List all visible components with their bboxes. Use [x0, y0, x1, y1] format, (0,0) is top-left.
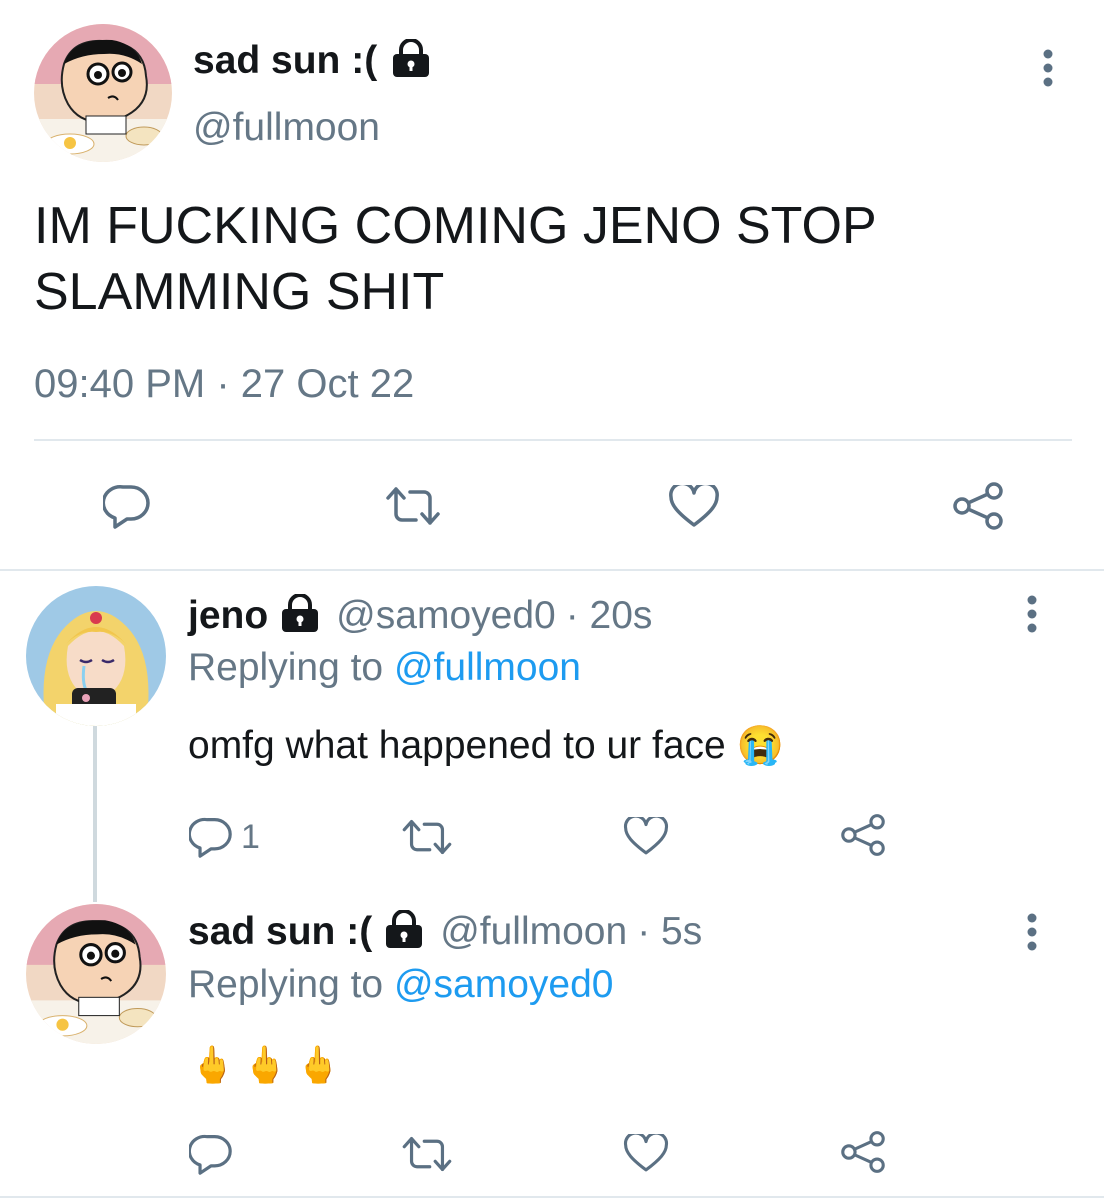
reply-icon[interactable]: [103, 483, 151, 529]
more-icon[interactable]: [1020, 594, 1044, 634]
share-icon[interactable]: [840, 813, 886, 857]
avatar-sad-sun[interactable]: [26, 904, 166, 1044]
display-name[interactable]: sad sun :(: [193, 39, 377, 83]
section-divider: [0, 569, 1104, 571]
like-icon[interactable]: [668, 485, 720, 529]
more-icon[interactable]: [1020, 912, 1044, 952]
avatar-image: [26, 586, 166, 726]
more-icon[interactable]: [1036, 48, 1060, 88]
avatar-sad-sun[interactable]: [34, 24, 172, 162]
reply-icon[interactable]: 1: [189, 816, 260, 858]
like-icon[interactable]: [623, 1134, 669, 1174]
lock-icon: [389, 37, 433, 84]
retweet-icon[interactable]: [400, 1134, 454, 1174]
reply-text: omfg what happened to ur face: [188, 724, 726, 767]
tweet-text-line2: SLAMMING SHIT: [34, 263, 445, 321]
time-ago[interactable]: · 5s: [637, 910, 702, 954]
reply-count: 1: [241, 817, 260, 856]
share-icon[interactable]: [840, 1130, 886, 1174]
time-ago[interactable]: · 20s: [566, 594, 653, 638]
timestamp[interactable]: 09:40 PM · 27 Oct 22: [34, 362, 414, 407]
handle[interactable]: @samoyed0: [336, 594, 556, 638]
like-icon[interactable]: [623, 817, 669, 857]
avatar-image: [26, 904, 166, 1044]
avatar-image: [34, 24, 172, 162]
display-name[interactable]: jeno: [188, 594, 268, 638]
reply-icon[interactable]: [189, 1133, 233, 1175]
retweet-icon[interactable]: [400, 817, 454, 857]
retweet-icon[interactable]: [384, 484, 442, 528]
handle[interactable]: @fullmoon: [440, 910, 627, 954]
handle[interactable]: @fullmoon: [193, 106, 380, 150]
replying-label: Replying to: [188, 646, 384, 689]
replying-handle-link[interactable]: @fullmoon: [394, 646, 581, 689]
replying-handle-link[interactable]: @samoyed0: [394, 963, 614, 1006]
share-icon[interactable]: [952, 481, 1004, 531]
display-name[interactable]: sad sun :(: [188, 910, 372, 954]
tweet-text-line1: IM FUCKING COMING JENO STOP: [34, 197, 877, 255]
crying-emoji: 😭: [736, 725, 784, 767]
lock-icon: [382, 908, 426, 955]
tweet-text: IM FUCKING COMING JENO STOP SLAMMING SHI…: [34, 193, 877, 325]
bottom-divider: [0, 1196, 1104, 1198]
lock-icon: [278, 592, 322, 639]
avatar-jeno[interactable]: [26, 586, 166, 726]
reply-text: 🖕🖕🖕: [190, 1044, 349, 1085]
divider: [34, 439, 1072, 441]
replying-label: Replying to: [188, 963, 384, 1006]
thread-line: [93, 724, 97, 902]
